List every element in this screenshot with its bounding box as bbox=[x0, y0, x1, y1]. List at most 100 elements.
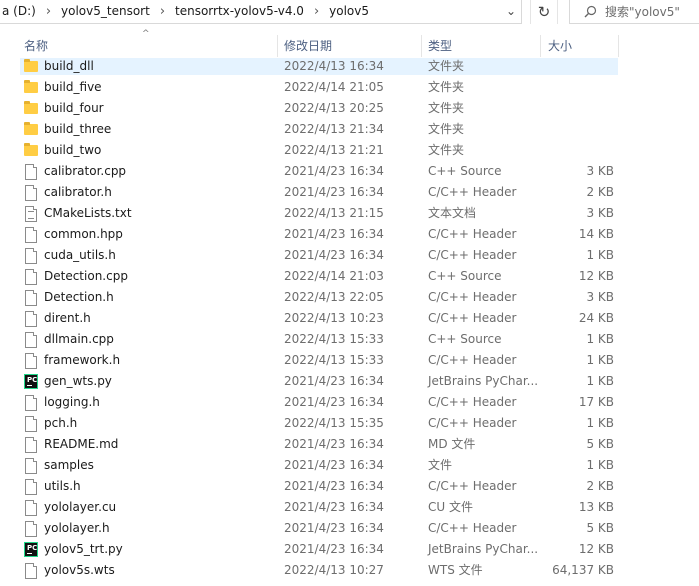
file-row[interactable]: build_four 2022/4/13 20:25 文件夹 bbox=[0, 98, 699, 119]
file-size: 3 KB bbox=[586, 206, 614, 220]
file-row[interactable]: Detection.cpp 2022/4/14 21:03 C++ Source 12… bbox=[0, 266, 699, 287]
breadcrumb-chevron-icon[interactable]: › bbox=[307, 4, 326, 19]
file-size: 2 KB bbox=[586, 185, 614, 199]
file-modified-date: 2021/4/23 16:34 bbox=[284, 479, 384, 493]
pycharm-icon: PC bbox=[24, 374, 38, 389]
file-icon bbox=[24, 353, 38, 369]
file-row[interactable]: dllmain.cpp 2022/4/13 15:33 C++ Source 1 KB bbox=[0, 329, 699, 350]
file-size: 12 KB bbox=[578, 269, 614, 283]
file-name: samples bbox=[44, 458, 94, 472]
file-row[interactable]: yolov5s.wts 2022/4/13 10:27 WTS 文件 64,137 K… bbox=[0, 560, 699, 581]
file-type: C/C++ Header bbox=[428, 479, 517, 493]
file-icon bbox=[24, 395, 38, 411]
file-type: C/C++ Header bbox=[428, 290, 517, 304]
column-header-type[interactable]: 类型 bbox=[428, 35, 452, 57]
file-type: C/C++ Header bbox=[428, 185, 517, 199]
file-type: 文件夹 bbox=[428, 59, 465, 73]
address-bar[interactable]: a (D:) › yolov5_tensort › tensorrtx-yolo… bbox=[0, 0, 522, 24]
breadcrumb-yolov5-tensort[interactable]: yolov5_tensort bbox=[58, 4, 153, 18]
file-modified-date: 2022/4/13 15:35 bbox=[284, 416, 384, 430]
breadcrumb-drive[interactable]: a (D:) bbox=[0, 4, 39, 18]
file-row[interactable]: build_two 2022/4/13 21:21 文件夹 bbox=[0, 140, 699, 161]
file-icon bbox=[24, 269, 38, 285]
breadcrumb-chevron-icon[interactable]: › bbox=[153, 4, 172, 19]
file-name: yolov5s.wts bbox=[44, 563, 115, 577]
column-header-name[interactable]: 名称 bbox=[24, 35, 48, 57]
column-divider[interactable] bbox=[277, 35, 278, 57]
file-name: Detection.cpp bbox=[44, 269, 128, 283]
file-size: 14 KB bbox=[578, 227, 614, 241]
search-icon bbox=[584, 5, 597, 17]
file-type: C/C++ Header bbox=[428, 248, 517, 262]
file-row[interactable]: PC gen_wts.py 2021/4/23 16:34 JetBrains PyC… bbox=[0, 371, 699, 392]
file-name: build_three bbox=[44, 122, 112, 136]
file-type: C/C++ Header bbox=[428, 521, 517, 535]
file-modified-date: 2021/4/23 16:34 bbox=[284, 437, 384, 451]
file-type: C/C++ Header bbox=[428, 227, 517, 241]
file-row[interactable]: common.hpp 2021/4/23 16:34 C/C++ Header 14 … bbox=[0, 224, 699, 245]
file-row[interactable]: README.md 2021/4/23 16:34 MD 文件 5 KB bbox=[0, 434, 699, 455]
file-name: yololayer.cu bbox=[44, 500, 117, 514]
file-row[interactable]: logging.h 2021/4/23 16:34 C/C++ Header 17 K… bbox=[0, 392, 699, 413]
file-name: logging.h bbox=[44, 395, 100, 409]
file-row[interactable]: calibrator.cpp 2021/4/23 16:34 C++ Source 3… bbox=[0, 161, 699, 182]
file-row[interactable]: dirent.h 2022/4/13 10:23 C/C++ Header 24 KB bbox=[0, 308, 699, 329]
folder-icon bbox=[24, 101, 38, 116]
search-input[interactable]: 搜索"yolov5" bbox=[569, 0, 699, 24]
file-row[interactable]: yololayer.cu 2021/4/23 16:34 CU 文件 13 KB bbox=[0, 497, 699, 518]
file-name: build_two bbox=[44, 143, 102, 157]
file-icon bbox=[24, 437, 38, 453]
file-size: 2 KB bbox=[586, 479, 614, 493]
file-modified-date: 2022/4/13 22:05 bbox=[284, 290, 384, 304]
file-modified-date: 2022/4/13 21:21 bbox=[284, 143, 384, 157]
file-row[interactable]: PC yolov5_trt.py 2021/4/23 16:34 JetBrains … bbox=[0, 539, 699, 560]
file-icon bbox=[24, 164, 38, 180]
file-row[interactable]: cuda_utils.h 2021/4/23 16:34 C/C++ Header 1… bbox=[0, 245, 699, 266]
file-size: 3 KB bbox=[586, 164, 614, 178]
text-file-icon bbox=[24, 206, 38, 222]
file-name: pch.h bbox=[44, 416, 78, 430]
column-header-size[interactable]: 大小 bbox=[548, 35, 572, 57]
breadcrumb-yolov5[interactable]: yolov5 bbox=[326, 4, 372, 18]
breadcrumb-tensorrtx[interactable]: tensorrtx-yolov5-v4.0 bbox=[172, 4, 307, 18]
file-type: 文件 bbox=[428, 458, 453, 472]
file-row[interactable]: samples 2021/4/23 16:34 文件 1 KB bbox=[0, 455, 699, 476]
file-row[interactable]: utils.h 2021/4/23 16:34 C/C++ Header 2 KB bbox=[0, 476, 699, 497]
file-type: C/C++ Header bbox=[428, 353, 517, 367]
refresh-icon: ↻ bbox=[537, 3, 551, 21]
file-name: build_four bbox=[44, 101, 104, 115]
file-modified-date: 2022/4/13 15:33 bbox=[284, 353, 384, 367]
file-name: calibrator.h bbox=[44, 185, 112, 199]
file-size: 17 KB bbox=[578, 395, 614, 409]
file-type: JetBrains PyChar... bbox=[428, 374, 539, 388]
file-row[interactable]: CMakeLists.txt 2022/4/13 21:15 文本文档 3 KB bbox=[0, 203, 699, 224]
file-type: C/C++ Header bbox=[428, 311, 517, 325]
column-divider[interactable] bbox=[540, 35, 541, 57]
folder-icon bbox=[24, 80, 38, 95]
file-name: README.md bbox=[44, 437, 119, 451]
file-name: Detection.h bbox=[44, 290, 114, 304]
sort-ascending-icon: ^ bbox=[142, 29, 150, 39]
refresh-button[interactable]: ↻ bbox=[530, 0, 558, 24]
file-row[interactable]: framework.h 2022/4/13 15:33 C/C++ Header 1 … bbox=[0, 350, 699, 371]
file-row[interactable]: Detection.h 2022/4/13 22:05 C/C++ Header 3 … bbox=[0, 287, 699, 308]
file-row[interactable]: build_five 2022/4/14 21:05 文件夹 bbox=[0, 77, 699, 98]
file-name: cuda_utils.h bbox=[44, 248, 116, 262]
chevron-down-icon[interactable]: ⌄ bbox=[501, 0, 521, 23]
file-size: 5 KB bbox=[586, 437, 614, 451]
file-type: C/C++ Header bbox=[428, 395, 517, 409]
column-divider[interactable] bbox=[421, 35, 422, 57]
file-type: MD 文件 bbox=[428, 437, 476, 451]
folder-icon bbox=[24, 143, 38, 158]
file-row[interactable]: calibrator.h 2021/4/23 16:34 C/C++ Header 2… bbox=[0, 182, 699, 203]
column-divider[interactable] bbox=[618, 35, 619, 57]
file-name: calibrator.cpp bbox=[44, 164, 127, 178]
breadcrumb-chevron-icon[interactable]: › bbox=[39, 4, 58, 19]
file-row[interactable]: pch.h 2022/4/13 15:35 C/C++ Header 1 KB bbox=[0, 413, 699, 434]
file-row[interactable]: build_three 2022/4/13 21:34 文件夹 bbox=[0, 119, 699, 140]
file-type: 文件夹 bbox=[428, 143, 465, 157]
column-header-date[interactable]: 修改日期 bbox=[284, 35, 332, 57]
file-row[interactable]: yololayer.h 2021/4/23 16:34 C/C++ Header 5 … bbox=[0, 518, 699, 539]
file-modified-date: 2021/4/23 16:34 bbox=[284, 395, 384, 409]
file-row[interactable]: build_dll 2022/4/13 16:34 文件夹 bbox=[0, 56, 699, 77]
